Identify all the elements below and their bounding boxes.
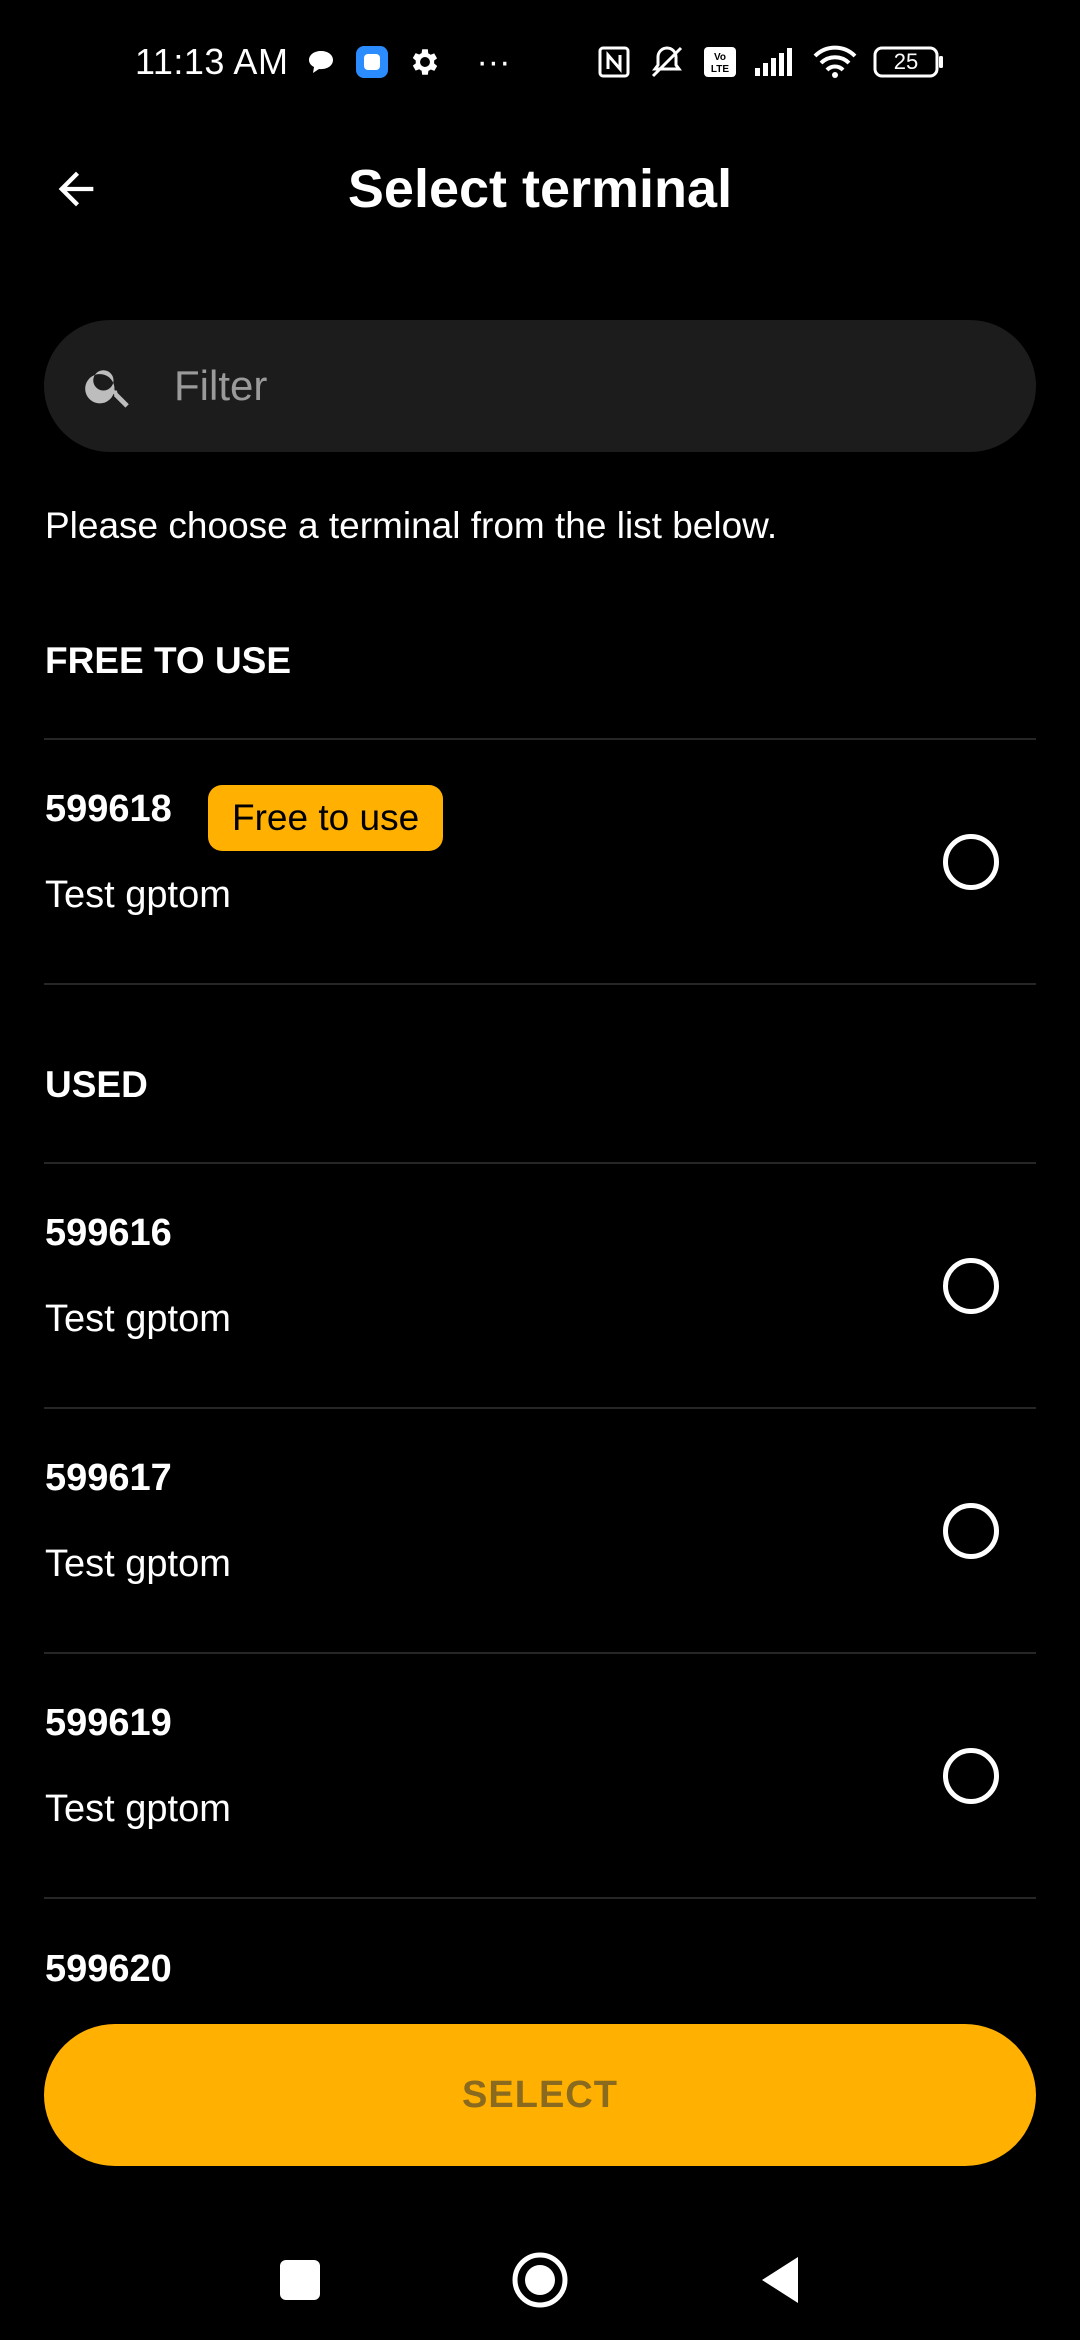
terminal-name: Test gptom [45,874,231,916]
instructions-text: Please choose a terminal from the list b… [45,505,778,546]
app-icon [354,44,390,80]
status-time: 11:13 AM [135,41,289,82]
chat-bubble-icon [306,47,336,77]
terminal-row-599617[interactable]: 599617 Test gptom [0,1409,1080,1653]
terminal-row-599618[interactable]: 599618 Free to use Test gptom [0,740,1080,984]
terminal-id: 599618 [45,788,172,830]
circle-icon [512,2252,568,2308]
status-bar: 11:13 AM ··· Vo LTE 25 [0,0,1080,124]
back-nav-button[interactable] [735,2235,825,2325]
filter-input[interactable] [174,362,954,410]
terminal-name: Test gptom [45,1543,231,1585]
terminal-name: Test gptom [45,1788,231,1830]
search-box[interactable] [44,320,1036,452]
terminal-id: 599616 [45,1212,172,1254]
select-button[interactable]: SELECT [44,2024,1036,2166]
radio-button[interactable] [943,1258,999,1314]
recents-button[interactable] [255,2235,345,2325]
terminal-row-599620[interactable]: 599620 [45,1948,172,1982]
divider [44,1897,1036,1899]
terminal-name: Test gptom [45,1298,231,1340]
settings-icon [408,45,442,79]
page-title: Select terminal [347,159,733,219]
more-notifications: ··· [476,42,511,81]
signal-icon [753,46,797,78]
battery-icon: 25 [873,45,945,79]
volte-icon: Vo LTE [703,46,737,78]
radio-button[interactable] [943,1748,999,1804]
terminal-id: 599619 [45,1702,172,1744]
terminal-id: 599620 [45,1948,172,1982]
terminal-id: 599617 [45,1457,172,1499]
section-header-free: FREE TO USE [45,640,292,681]
wifi-icon [813,45,857,79]
terminal-row-599619[interactable]: 599619 Test gptom [0,1654,1080,1898]
section-header-used: USED [45,1064,148,1105]
nfc-icon [597,45,631,79]
triangle-back-icon [762,2257,798,2303]
square-icon [280,2260,320,2300]
status-badge: Free to use [208,785,444,851]
home-button[interactable] [495,2235,585,2325]
divider [44,983,1036,985]
svg-text:Vo: Vo [714,52,726,63]
terminal-row-599616[interactable]: 599616 Test gptom [0,1164,1080,1408]
app-header: Select terminal [0,124,1080,254]
battery-level: 25 [893,49,919,74]
svg-text:LTE: LTE [711,64,729,75]
radio-button[interactable] [943,834,999,890]
radio-button[interactable] [943,1503,999,1559]
mute-icon [647,44,687,80]
search-icon [85,370,129,408]
system-nav-bar [0,2220,1080,2340]
